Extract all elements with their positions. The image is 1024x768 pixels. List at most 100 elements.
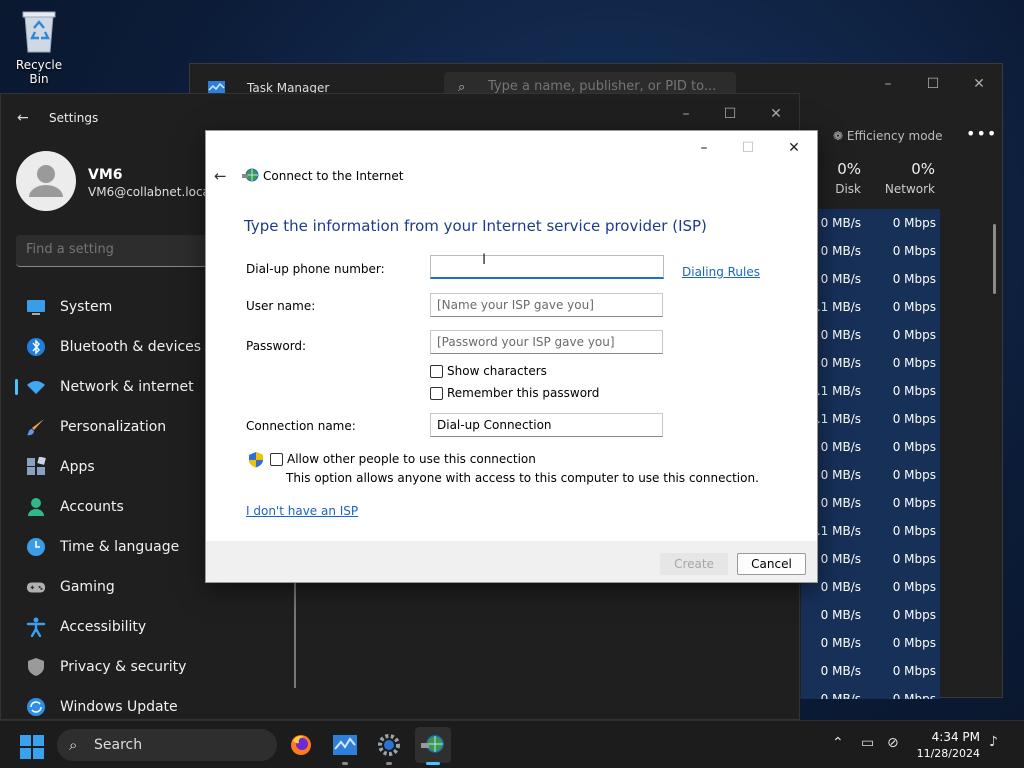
network-value: 0 Mbps	[892, 384, 936, 398]
table-row[interactable]: 0 MB/s 0 Mbps	[801, 685, 940, 699]
scrollbar[interactable]	[993, 224, 996, 294]
sidebar-item-label: Network & internet	[60, 379, 194, 395]
table-row[interactable]: 0.1 MB/s 0 Mbps	[801, 293, 940, 321]
no-isp-link[interactable]: I don't have an ISP	[246, 504, 358, 518]
table-row[interactable]: 0 MB/s 0 Mbps	[801, 349, 940, 377]
username-label: User name:	[246, 299, 316, 313]
sidebar-item-system[interactable]: System	[1, 287, 206, 327]
display-icon[interactable]: ▭	[861, 735, 874, 751]
more-options-button[interactable]: •••	[966, 124, 997, 143]
task-manager-search-input[interactable]	[488, 79, 728, 94]
dialing-rules-link[interactable]: Dialing Rules	[682, 265, 760, 279]
sidebar-item-personalization[interactable]: Personalization	[1, 407, 206, 447]
create-button: Create	[660, 553, 728, 575]
clock-time[interactable]: 4:34 PM	[918, 730, 980, 744]
username-input[interactable]	[431, 294, 662, 316]
table-row[interactable]: 0 MB/s 0 Mbps	[801, 545, 940, 573]
recycle-bin[interactable]: Recycle Bin	[6, 8, 72, 86]
taskbar-search[interactable]: ⌕ Search	[57, 729, 277, 761]
minimize-button[interactable]: –	[684, 135, 724, 161]
phone-number-field[interactable]	[430, 255, 664, 279]
sidebar-item-bluetooth-devices[interactable]: Bluetooth & devices	[1, 327, 206, 367]
username-field[interactable]	[430, 293, 663, 317]
close-button[interactable]: ✕	[964, 72, 994, 96]
table-row[interactable]: 0 MB/s 0 Mbps	[801, 461, 940, 489]
process-rows[interactable]: 0 MB/s 0 Mbps 0 MB/s 0 Mbps 0 MB/s 0 Mbps 0.1 …	[801, 209, 940, 699]
minimize-button[interactable]: –	[873, 72, 903, 96]
sidebar-item-label: Privacy & security	[60, 659, 187, 675]
column-network[interactable]: 0% Network	[866, 160, 935, 208]
show-characters-checkbox[interactable]: Show characters	[430, 364, 547, 378]
table-row[interactable]: 0 MB/s 0 Mbps	[801, 433, 940, 461]
table-row[interactable]: 0 MB/s 0 Mbps	[801, 573, 940, 601]
disk-value: 0 MB/s	[820, 636, 861, 650]
efficiency-mode-button[interactable]: ❁ Efficiency mode	[833, 129, 943, 143]
sidebar-item-accounts[interactable]: Accounts	[1, 487, 206, 527]
maximize-button[interactable]: ☐	[715, 102, 745, 126]
user-email: VM6@collabnet.local	[88, 185, 214, 199]
sidebar-item-label: Time & language	[60, 539, 180, 555]
bell-icon[interactable]: ♪	[989, 734, 998, 750]
clock-date[interactable]: 11/28/2024	[908, 747, 980, 760]
table-row[interactable]: 0.1 MB/s 0 Mbps	[801, 405, 940, 433]
disk-value: 0 MB/s	[820, 608, 861, 622]
user-icon	[29, 165, 63, 197]
find-setting-input[interactable]	[26, 242, 206, 257]
settings-title: Settings	[49, 111, 99, 125]
checkbox-box[interactable]	[270, 452, 283, 466]
table-row[interactable]: 0 MB/s 0 Mbps	[801, 265, 940, 293]
table-row[interactable]: 0 MB/s 0 Mbps	[801, 601, 940, 629]
connect-to-internet-dialog[interactable]: – ☐ ✕ ← Connect to the Internet Type the…	[205, 130, 818, 583]
sidebar-item-accessibility[interactable]: Accessibility	[1, 607, 206, 647]
divider	[294, 581, 296, 688]
back-arrow-icon[interactable]: ←	[17, 110, 29, 126]
password-field[interactable]	[430, 330, 663, 354]
maximize-button[interactable]: ☐	[918, 72, 948, 96]
minimize-button[interactable]: –	[671, 102, 701, 126]
sidebar-item-time-language[interactable]: Time & language	[1, 527, 206, 567]
allow-others-checkbox[interactable]: Allow other people to use this connectio…	[270, 452, 536, 466]
network-value: 0 Mbps	[892, 552, 936, 566]
back-arrow-icon[interactable]: ←	[214, 167, 227, 185]
sidebar-item-label: Personalization	[60, 419, 167, 435]
start-button[interactable]	[20, 735, 44, 759]
avatar[interactable]	[16, 151, 76, 211]
cancel-button[interactable]: Cancel	[737, 553, 806, 575]
bluetooth-icon	[26, 337, 46, 357]
sidebar-item-apps[interactable]: Apps	[1, 447, 206, 487]
table-row[interactable]: 0.1 MB/s 0 Mbps	[801, 517, 940, 545]
accessibility-icon	[26, 617, 46, 637]
close-button[interactable]: ✕	[774, 135, 814, 161]
sidebar-item-network-internet[interactable]: Network & internet	[1, 367, 206, 407]
user-name: VM6	[88, 167, 123, 183]
table-row[interactable]: 0 MB/s 0 Mbps	[801, 237, 940, 265]
sidebar-item-label: System	[60, 299, 113, 315]
checkbox-box[interactable]	[430, 386, 443, 400]
connection-name-input[interactable]	[431, 414, 662, 436]
password-input[interactable]	[431, 331, 662, 353]
phone-number-input[interactable]	[431, 256, 663, 278]
find-setting-search[interactable]	[16, 235, 216, 267]
table-row[interactable]: 0.1 MB/s 0 Mbps	[801, 377, 940, 405]
remember-password-checkbox[interactable]: Remember this password	[430, 386, 599, 400]
sidebar-item-gaming[interactable]: Gaming	[1, 567, 206, 607]
table-row[interactable]: 0 MB/s 0 Mbps	[801, 321, 940, 349]
sidebar-item-privacy-security[interactable]: Privacy & security	[1, 647, 206, 687]
connect-internet-app[interactable]	[415, 727, 451, 765]
table-row[interactable]: 0 MB/s 0 Mbps	[801, 489, 940, 517]
network-value: 0 Mbps	[892, 272, 936, 286]
table-row[interactable]: 0 MB/s 0 Mbps	[801, 629, 940, 657]
dialog-title: Connect to the Internet	[263, 169, 404, 183]
chevron-up-icon[interactable]: ⌃	[832, 735, 844, 751]
task-manager-app[interactable]	[327, 727, 363, 765]
firefox-app[interactable]	[283, 727, 319, 763]
close-button[interactable]: ✕	[761, 102, 791, 126]
table-row[interactable]: 0 MB/s 0 Mbps	[801, 657, 940, 685]
network-value: 0 Mbps	[892, 244, 936, 258]
shield-icon	[26, 657, 46, 677]
network-disconnected-icon[interactable]: ⊘	[887, 735, 899, 751]
settings-app[interactable]	[371, 727, 407, 765]
table-row[interactable]: 0 MB/s 0 Mbps	[801, 209, 940, 237]
checkbox-box[interactable]	[430, 364, 443, 378]
connection-name-field[interactable]	[430, 413, 663, 437]
